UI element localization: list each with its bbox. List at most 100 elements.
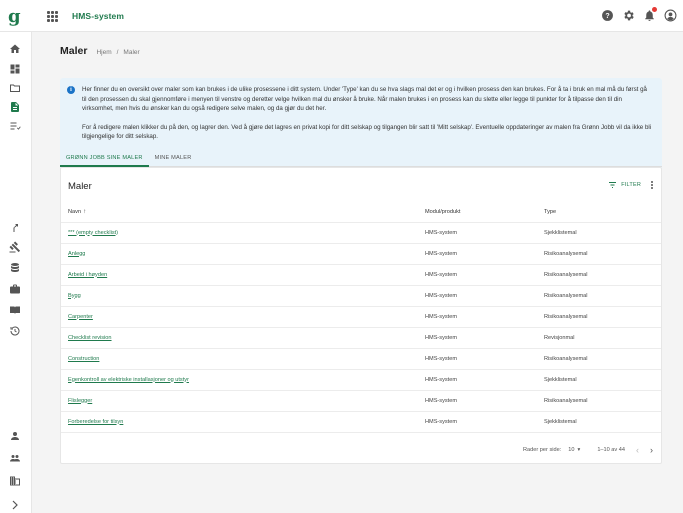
type-cell: Risikoanalysemal [544,264,661,286]
module-cell: HMS-system [425,306,544,328]
type-cell: Risikoanalysemal [544,285,661,307]
breadcrumb-current: Maler [123,49,140,56]
template-link[interactable]: Bygg [68,293,81,299]
account-icon[interactable] [664,9,677,22]
person-icon[interactable] [9,430,21,442]
filter-button[interactable]: FILTER [609,182,641,188]
module-cell: HMS-system [425,390,544,412]
module-cell: HMS-system [425,411,544,433]
rows-per-page-label: Rader per side: [523,447,562,453]
table-row[interactable]: Forberedelse for tilsyn HMS-system Sjekkli… [61,411,661,433]
table-row[interactable]: Checklist revision HMS-system Revisjonmal [61,327,661,349]
templates-table: Navn ↑ Modul/produkt Type *** (empty chec… [61,202,661,433]
home-icon[interactable] [9,43,21,55]
settings-icon[interactable] [622,9,635,22]
folder-icon[interactable] [9,82,21,94]
module-cell: HMS-system [425,222,544,244]
gavel-icon[interactable] [9,241,21,253]
table-header-row: Navn ↑ Modul/produkt Type [61,202,661,223]
info-paragraph-2: For å redigere malen klikker du på den, … [82,123,652,141]
top-actions: ? [601,7,677,23]
document-icon[interactable] [9,101,21,113]
module-cell: HMS-system [425,264,544,286]
help-icon[interactable]: ? [601,9,614,22]
side-navigation [0,32,32,513]
type-cell: Sjekkliste­mal [544,369,661,391]
templates-card: Maler FILTER Navn ↑ Modul/produkt Type **… [60,167,662,464]
breadcrumb: Hjem / Maler [96,49,139,56]
checklist-icon[interactable] [9,120,21,132]
template-link[interactable]: *** (empty checklist) [68,230,118,236]
logo-glyph: g [8,6,21,27]
type-cell: Risikoanalysemal [544,390,661,412]
template-link[interactable]: Arbeid i høyden [68,272,107,278]
template-link[interactable]: Forberedelse for tilsyn [68,419,123,425]
tab-mine-maler[interactable]: MINE MALER [149,153,198,167]
table-row[interactable]: Carpenter HMS-system Risikoanalysemal [61,306,661,328]
breadcrumb-home[interactable]: Hjem [96,49,111,56]
template-tabs: GRØNN JOBB SINE MALER MINE MALER [60,153,662,167]
rows-per-page-value: 10 [568,447,575,453]
column-header-name[interactable]: Navn ↑ [61,202,425,223]
dropdown-arrow-icon: ▾ [577,447,581,453]
template-link[interactable]: Construction [68,356,99,362]
module-cell: HMS-system [425,327,544,349]
template-link[interactable]: Anlegg [68,251,85,257]
database-icon[interactable] [9,262,21,274]
tab-gronn-jobb-maler[interactable]: GRØNN JOBB SINE MALER [60,153,149,167]
logo[interactable]: g [8,5,22,29]
table-row[interactable]: Arbeid i høyden HMS-system Risikoanalysema… [61,264,661,286]
apps-grid-icon[interactable] [47,11,58,22]
group-icon[interactable] [9,452,21,464]
table-row[interactable]: Construction HMS-system Risikoanalysemal [61,348,661,370]
briefcase-icon[interactable] [9,283,21,295]
type-cell: Risikoanalysemal [544,243,661,265]
book-icon[interactable] [9,304,21,316]
next-page-icon[interactable]: › [650,446,653,455]
app-bar: g HMS-system ? [0,0,683,32]
template-link[interactable]: Flislegger [68,398,92,404]
table-title: Maler [68,181,92,192]
module-cell: HMS-system [425,348,544,370]
main-content: Maler Hjem / Maler i Her finner du en ov… [33,32,683,513]
previous-page-icon[interactable]: ‹ [636,446,639,455]
type-cell: Risikoanalysemal [544,348,661,370]
table-row[interactable]: *** (empty checklist) HMS-system Sjekklist… [61,222,661,244]
table-row[interactable]: Bygg HMS-system Risikoanalysemal [61,285,661,307]
type-cell: Risikoanalysemal [544,306,661,328]
pagination-range: 1–10 av 44 [597,447,625,453]
svg-text:?: ? [605,13,609,20]
type-cell: Revisjonmal [544,327,661,349]
breadcrumb-separator: / [116,49,119,56]
rows-per-page-select[interactable]: 10 ▾ [568,447,580,453]
module-cell: HMS-system [425,369,544,391]
info-icon: i [67,86,75,94]
column-header-type[interactable]: Type [544,202,661,223]
sort-ascending-icon[interactable]: ↑ [83,209,86,215]
notifications-icon[interactable] [643,7,657,22]
dashboard-icon[interactable] [9,63,21,75]
company-icon[interactable] [9,475,21,487]
table-row[interactable]: Egenkontroll av elektriske installasjone… [61,369,661,391]
table-row[interactable]: Anlegg HMS-system Risikoanalysemal [61,243,661,265]
type-cell: Sjekkliste­mal [544,411,661,433]
table-row[interactable]: Flislegger HMS-system Risikoanalysemal [61,390,661,412]
history-icon[interactable] [9,325,21,337]
pagination: Rader per side: 10 ▾ 1–10 av 44 ‹ › [523,446,653,455]
page-title: Maler [60,45,88,57]
info-paragraph-1: Her finner du en oversikt over maler som… [82,86,647,113]
app-title[interactable]: HMS-system [72,11,124,21]
module-cell: HMS-system [425,285,544,307]
filter-icon [609,182,617,188]
page-header: Maler Hjem / Maler [60,45,140,57]
expand-icon[interactable] [9,499,21,511]
module-cell: HMS-system [425,243,544,265]
route-icon[interactable] [9,222,21,234]
column-header-module[interactable]: Modul/produkt [425,202,544,223]
type-cell: Sjekkliste­mal [544,222,661,244]
template-link[interactable]: Checklist revision [68,335,112,341]
more-options-icon[interactable] [650,181,654,190]
notification-badge [652,7,657,12]
template-link[interactable]: Carpenter [68,314,93,320]
template-link[interactable]: Egenkontroll av elektriske installasjone… [68,377,189,383]
